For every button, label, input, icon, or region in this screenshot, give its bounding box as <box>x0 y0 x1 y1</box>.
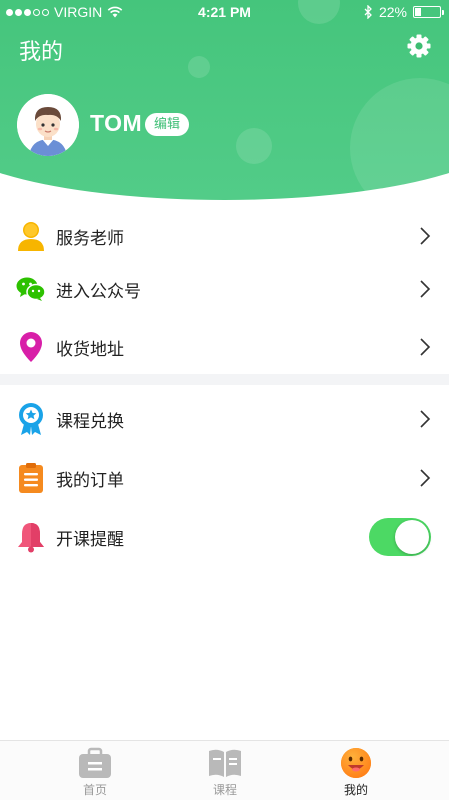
class-reminder-toggle[interactable] <box>369 518 431 556</box>
decor-bubble <box>236 128 272 164</box>
menu-item-official-account[interactable]: 进入公众号 <box>0 263 449 315</box>
battery-percent: 22% <box>378 4 407 20</box>
tab-label: 课程 <box>212 783 237 797</box>
briefcase-icon <box>79 747 111 778</box>
tab-label: 我的 <box>343 783 368 797</box>
menu-label: 服务老师 <box>56 229 124 249</box>
tab-mine[interactable]: 我的 <box>281 741 431 800</box>
tab-home[interactable]: 首页 <box>20 741 170 800</box>
person-icon <box>16 220 46 252</box>
clipboard-icon <box>16 462 46 494</box>
menu-label: 我的订单 <box>56 471 124 491</box>
menu-item-service-teacher[interactable]: 服务老师 <box>0 210 449 262</box>
chevron-right-icon <box>420 280 431 298</box>
menu-label: 课程兑换 <box>56 412 124 432</box>
smiley-icon <box>341 748 371 778</box>
menu-item-my-orders[interactable]: 我的订单 <box>0 452 449 504</box>
chevron-right-icon <box>420 227 431 245</box>
toggle-knob <box>395 520 429 554</box>
status-right: 22% <box>364 4 444 20</box>
tab-courses[interactable]: 课程 <box>150 741 300 800</box>
user-name: TOM <box>90 110 143 136</box>
menu-item-course-redeem[interactable]: 课程兑换 <box>0 393 449 445</box>
status-bar: VIRGIN 4:21 PM 22% <box>0 0 449 24</box>
avatar-image <box>17 94 79 156</box>
tab-label: 首页 <box>82 783 107 797</box>
page-title: 我的 <box>19 40 64 65</box>
book-icon <box>209 749 241 777</box>
menu-label: 进入公众号 <box>56 282 141 302</box>
section-divider <box>0 374 449 385</box>
tab-bar: 首页 课程 我的 <box>0 740 449 800</box>
edit-profile-button[interactable]: 编辑 <box>145 113 190 136</box>
badge-icon <box>16 403 46 435</box>
battery-icon <box>413 6 444 18</box>
gear-icon[interactable] <box>406 33 432 59</box>
menu-item-shipping-address[interactable]: 收货地址 <box>0 321 449 373</box>
menu-label: 收货地址 <box>56 340 124 360</box>
wechat-icon <box>16 273 46 305</box>
chevron-right-icon <box>420 338 431 356</box>
chevron-right-icon <box>420 410 431 428</box>
decor-bubble <box>188 56 210 78</box>
chevron-right-icon <box>420 469 431 487</box>
bluetooth-icon <box>364 5 372 19</box>
bell-icon <box>16 521 46 553</box>
menu-label: 开课提醒 <box>56 530 124 550</box>
avatar[interactable] <box>17 94 79 156</box>
location-pin-icon <box>16 331 46 363</box>
